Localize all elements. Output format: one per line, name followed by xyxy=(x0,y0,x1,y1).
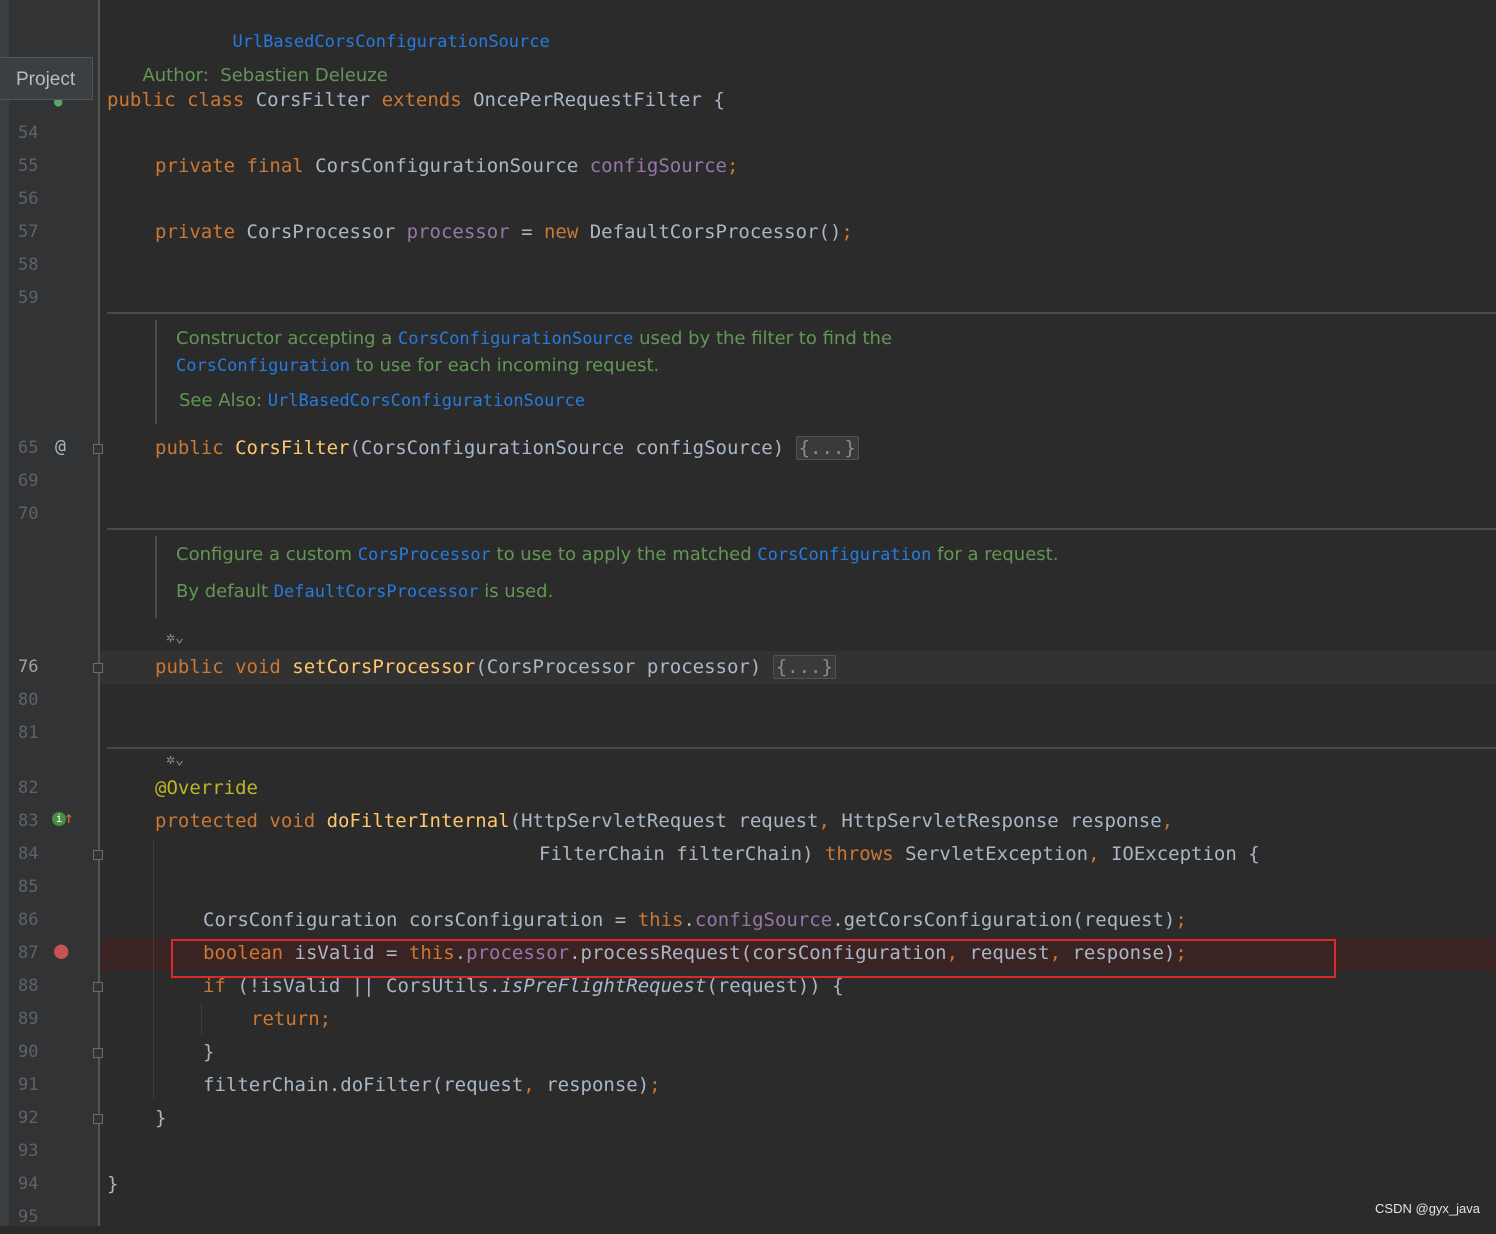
code-line-84: FilterChain filterChain) throws ServletE… xyxy=(539,843,1260,865)
author-name: Sebastien Deleuze xyxy=(220,65,388,86)
doc-link[interactable]: CorsConfiguration xyxy=(757,545,931,565)
code-line-83: protected void doFilterInternal(HttpServ… xyxy=(155,810,1174,832)
doc-separator xyxy=(107,528,1496,530)
code-line-89: return; xyxy=(251,1008,332,1030)
code-line-90: } xyxy=(203,1041,215,1063)
doc-link[interactable]: CorsConfigurationSource xyxy=(398,329,633,349)
watermark: CSDN @gyx_java xyxy=(1375,1201,1480,1216)
doc-separator xyxy=(107,747,1496,749)
line-number: 91 xyxy=(18,1075,39,1095)
doc-bar xyxy=(155,320,157,424)
code-line-65: public CorsFilter(CorsConfigurationSourc… xyxy=(155,432,859,465)
line-number: 70 xyxy=(18,504,39,524)
line-number: 87 xyxy=(18,943,39,963)
doc-constructor-line-1: Constructor accepting a CorsConfiguratio… xyxy=(176,328,893,349)
line-number: 86 xyxy=(18,910,39,930)
line-number: 85 xyxy=(18,877,39,897)
code-line-86: CorsConfiguration corsConfiguration = th… xyxy=(203,909,1187,931)
project-tool-window-tab[interactable]: Project xyxy=(0,57,93,100)
line-number: 59 xyxy=(18,288,39,308)
folded-code[interactable]: {...} xyxy=(772,655,836,679)
line-number: 95 xyxy=(18,1207,39,1227)
line-number: 94 xyxy=(18,1174,39,1194)
indent-guide xyxy=(201,1003,202,1036)
line-number: 81 xyxy=(18,723,39,743)
doc-separator xyxy=(107,312,1496,314)
doc-link[interactable]: DefaultCorsProcessor xyxy=(274,582,479,602)
fold-expand-icon[interactable] xyxy=(93,663,103,673)
doc-processor-line-2: By default DefaultCorsProcessor is used. xyxy=(176,581,554,602)
doc-link[interactable]: CorsConfiguration xyxy=(176,356,350,376)
fold-expand-icon[interactable] xyxy=(93,444,103,454)
gutter-divider xyxy=(98,0,100,1226)
doc-constructor-line-2: CorsConfiguration to use for each incomi… xyxy=(176,355,660,376)
doc-constructor-see-also: See Also: UrlBasedCorsConfigurationSourc… xyxy=(179,390,586,411)
line-number: 93 xyxy=(18,1141,39,1161)
class-declaration: public class CorsFilter extends OncePerR… xyxy=(107,89,725,111)
line-number: 90 xyxy=(18,1042,39,1062)
fold-end-icon[interactable] xyxy=(93,1048,103,1058)
line-number: 55 xyxy=(18,156,39,176)
code-line-57: private CorsProcessor processor = new De… xyxy=(155,221,853,243)
line-number: 82 xyxy=(18,778,39,798)
doc-bar xyxy=(155,536,157,618)
author-label: Author: xyxy=(142,65,209,86)
code-line-92: } xyxy=(155,1107,167,1129)
line-number: 54 xyxy=(18,123,39,143)
line-number: 76 xyxy=(18,657,39,677)
indent-guide xyxy=(153,840,154,1100)
line-number: 56 xyxy=(18,189,39,209)
line-number: 92 xyxy=(18,1108,39,1128)
fold-collapse-icon[interactable] xyxy=(93,850,103,860)
doc-link[interactable]: CorsProcessor xyxy=(358,545,491,565)
fold-collapse-icon[interactable] xyxy=(93,982,103,992)
fold-end-icon[interactable] xyxy=(93,1114,103,1124)
annotation-gutter-icon[interactable]: @ xyxy=(55,436,66,457)
breakpoint-icon[interactable]: ● xyxy=(54,936,68,964)
code-line-82: @Override xyxy=(155,777,258,799)
line-number: 89 xyxy=(18,1009,39,1029)
line-number: 84 xyxy=(18,844,39,864)
line-number: 69 xyxy=(18,471,39,491)
ai-hint-icon[interactable]: ✲⌄ xyxy=(166,628,184,646)
code-line-88: if (!isValid || CorsUtils.isPreFlightReq… xyxy=(203,975,844,997)
line-number: 80 xyxy=(18,690,39,710)
line-number: 65 xyxy=(18,438,39,458)
line-number: 88 xyxy=(18,976,39,996)
doc-link[interactable]: UrlBasedCorsConfigurationSource xyxy=(268,391,585,411)
ai-hint-icon[interactable]: ✲⌄ xyxy=(166,750,184,768)
line-number: 57 xyxy=(18,222,39,242)
doc-processor-line-1: Configure a custom CorsProcessor to use … xyxy=(176,544,1059,565)
code-line-94: } xyxy=(107,1173,119,1195)
code-line-55: private final CorsConfigurationSource co… xyxy=(155,155,739,177)
folded-code[interactable]: {...} xyxy=(795,436,859,460)
line-number: 58 xyxy=(18,255,39,275)
code-line-91: filterChain.doFilter(request, response); xyxy=(203,1074,661,1096)
code-line-76: public void setCorsProcessor(CorsProcess… xyxy=(155,651,836,684)
doc-author: Author: Sebastien Deleuze xyxy=(131,44,388,86)
overrides-method-icon[interactable]: ↑ xyxy=(64,808,74,827)
